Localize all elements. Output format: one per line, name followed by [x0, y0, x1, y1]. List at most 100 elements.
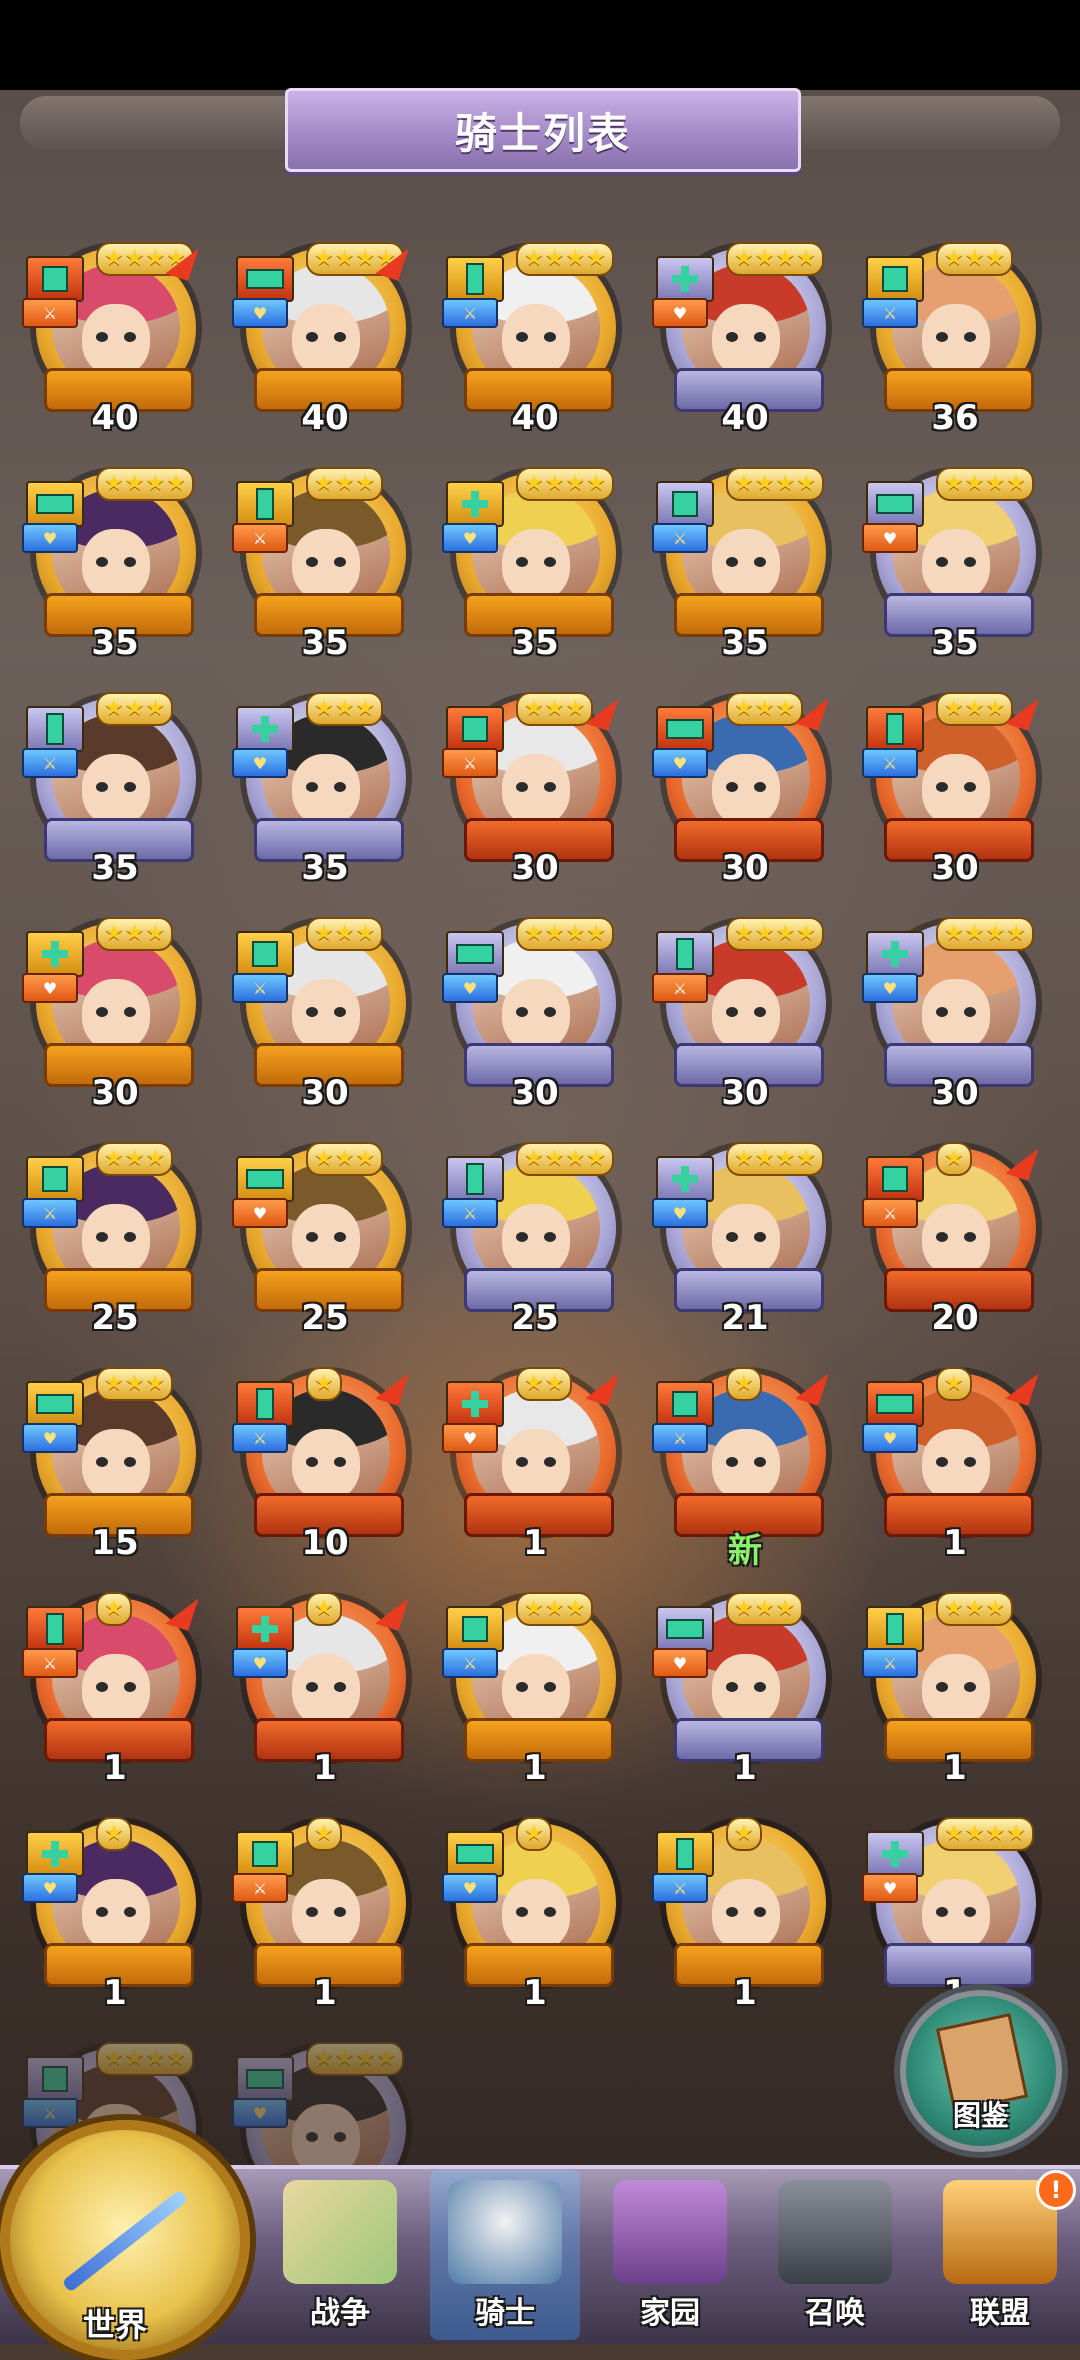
star-icon: ★: [964, 471, 985, 496]
knight-card[interactable]: ★ ♥ 1: [230, 1590, 420, 1788]
knight-card[interactable]: ★ ♥ 1: [440, 1815, 630, 2013]
star-icon: ★: [145, 471, 166, 496]
knight-card[interactable]: ★ ★ ★ ⚔ 1: [860, 1590, 1050, 1788]
star-icon: ★: [355, 696, 376, 721]
star-icon: ★: [796, 471, 816, 496]
star-icon: ★: [796, 1146, 816, 1171]
knight-card[interactable]: ★ ★ ★ ★ ♥ 35: [860, 465, 1050, 663]
star-rating: ★ ★ ★ ★: [516, 467, 614, 501]
knight-level: 40: [511, 398, 559, 438]
formation-icon: [26, 931, 84, 977]
star-rating: ★: [96, 1817, 132, 1851]
knight-card[interactable]: ★ ★ ★ ★ ⚔ 30: [650, 915, 840, 1113]
star-icon: ★: [944, 1371, 964, 1396]
star-icon: ★: [524, 1821, 544, 1846]
star-icon: ★: [145, 921, 166, 946]
star-icon: ★: [775, 471, 796, 496]
knight-level: 35: [91, 623, 139, 663]
knight-card[interactable]: ★ ★ ★ ♥ 35: [230, 690, 420, 888]
nav-summon[interactable]: 召唤: [760, 2170, 910, 2340]
knight-card[interactable]: ★ ⚔ 20: [860, 1140, 1050, 1338]
star-rating: ★: [96, 1592, 132, 1626]
knight-card[interactable]: ★★★★♥1: [860, 1815, 1050, 2013]
knight-card[interactable]: ★ ★ ★ ★ ♥ 35: [440, 465, 630, 663]
gallery-button[interactable]: 图鉴: [900, 1990, 1062, 2152]
star-icon: ★: [565, 1596, 586, 1621]
star-icon: ★: [944, 1821, 964, 1846]
knight-card[interactable]: ★ ★ ★ ★ ♥ 21: [650, 1140, 840, 1338]
knight-card[interactable]: ★ ★ ★ ♥ 30: [650, 690, 840, 888]
knight-card[interactable]: ★ ★ ★ ★ ♥ 35: [20, 465, 210, 663]
star-rating: ★ ★ ★ ★: [516, 1142, 614, 1176]
knight-card[interactable]: ★ ★ ★ ★ ♥ 40: [650, 240, 840, 438]
star-icon: ★: [124, 471, 145, 496]
formation-icon: [236, 2056, 294, 2102]
star-icon: ★: [544, 1146, 565, 1171]
star-rating: ★ ★ ★ ★: [726, 467, 824, 501]
star-icon: ★: [544, 921, 565, 946]
formation-icon: [236, 1156, 294, 1202]
knight-card[interactable]: ★ ★ ★ ⚔ 30: [860, 690, 1050, 888]
knight-card[interactable]: ★ ★ ♥ 1: [440, 1365, 630, 1563]
star-icon: ★: [944, 921, 964, 946]
formation-icon: [236, 1606, 294, 1652]
star-rating: ★ ★ ★ ★: [936, 1817, 1034, 1851]
knight-card[interactable]: ★ ⚔ 1: [20, 1590, 210, 1788]
star-icon: ★: [524, 1596, 544, 1621]
knight-card[interactable]: ★ ★ ★ ★ ⚔ 40: [20, 240, 210, 438]
star-icon: ★: [524, 921, 544, 946]
knight-card[interactable]: ★ ★ ★ ★ ♥ 30: [440, 915, 630, 1113]
nav-war[interactable]: 战争: [265, 2170, 415, 2340]
formation-icon: [26, 706, 84, 752]
knight-card[interactable]: ★ ⚔ 新: [650, 1365, 840, 1571]
star-rating: ★ ★ ★ ★: [726, 1142, 824, 1176]
knight-card[interactable]: ★ ★ ★ ★ ♥ 40: [230, 240, 420, 438]
star-icon: ★: [944, 1146, 964, 1171]
nav-label-alliance: 联盟: [970, 2296, 1030, 2331]
knight-card[interactable]: ★ ★ ★ ⚔ 1: [440, 1590, 630, 1788]
knight-level: 36: [931, 398, 979, 438]
knight-card[interactable]: ★ ⚔ 10: [230, 1365, 420, 1563]
star-icon: ★: [166, 2046, 186, 2071]
class-icon: ⚔: [22, 2098, 78, 2128]
knight-card[interactable]: ★ ★ ★ ♥ 25: [230, 1140, 420, 1338]
nav-home[interactable]: 家园: [595, 2170, 745, 2340]
knight-card[interactable]: ★ ★ ★ ★ ⚔ 25: [440, 1140, 630, 1338]
star-icon: ★: [754, 921, 775, 946]
star-icon: ★: [544, 696, 565, 721]
knight-card[interactable]: ★ ★ ★ ★ ⚔ 40: [440, 240, 630, 438]
knight-card[interactable]: ★ ⚔ 1: [650, 1815, 840, 2013]
knight-card[interactable]: ★ ★ ★ ⚔ 36: [860, 240, 1050, 438]
knight-level: 40: [301, 398, 349, 438]
star-icon: ★: [586, 921, 606, 946]
knight-card[interactable]: ★ ★ ★ ♥ 15: [20, 1365, 210, 1563]
knight-card[interactable]: ★ ★ ★ ★ ⚔ 35: [650, 465, 840, 663]
nav-knights[interactable]: 骑士: [430, 2170, 580, 2340]
star-rating: ★ ★ ★: [516, 692, 594, 726]
rank-flag-icon: [585, 1366, 619, 1406]
knight-card[interactable]: ★ ★ ★ ⚔ 30: [440, 690, 630, 888]
knight-icon: [448, 2180, 562, 2284]
knight-level: 30: [301, 1073, 349, 1113]
knight-card[interactable]: ★ ★ ★ ⚔ 30: [230, 915, 420, 1113]
star-icon: ★: [565, 696, 586, 721]
knight-card[interactable]: ★ ★ ★ ⚔ 35: [20, 690, 210, 888]
knight-card[interactable]: ★ ★ ★ ⚔ 35: [230, 465, 420, 663]
knight-card[interactable]: ★ ★ ★ ★ ♥ 30: [860, 915, 1050, 1113]
star-icon: ★: [124, 2046, 145, 2071]
knight-card[interactable]: ★ ♥ 1: [860, 1365, 1050, 1563]
class-icon: ⚔: [442, 1648, 498, 1678]
star-icon: ★: [355, 1146, 376, 1171]
knight-card[interactable]: ★ ★ ★ ♥ 30: [20, 915, 210, 1113]
star-icon: ★: [734, 696, 754, 721]
nav-label-home: 家园: [640, 2296, 700, 2331]
knight-card[interactable]: ★ ⚔ 1: [230, 1815, 420, 2013]
knight-card[interactable]: ★ ♥ 1: [20, 1815, 210, 2013]
knight-card[interactable]: ★ ★ ★ ♥ 1: [650, 1590, 840, 1788]
formation-icon: [446, 931, 504, 977]
star-icon: ★: [124, 246, 145, 271]
knight-card[interactable]: ★ ★ ★ ⚔ 25: [20, 1140, 210, 1338]
star-rating: ★ ★ ★: [96, 917, 174, 951]
formation-icon: [656, 1156, 714, 1202]
knight-level: 25: [511, 1298, 559, 1338]
